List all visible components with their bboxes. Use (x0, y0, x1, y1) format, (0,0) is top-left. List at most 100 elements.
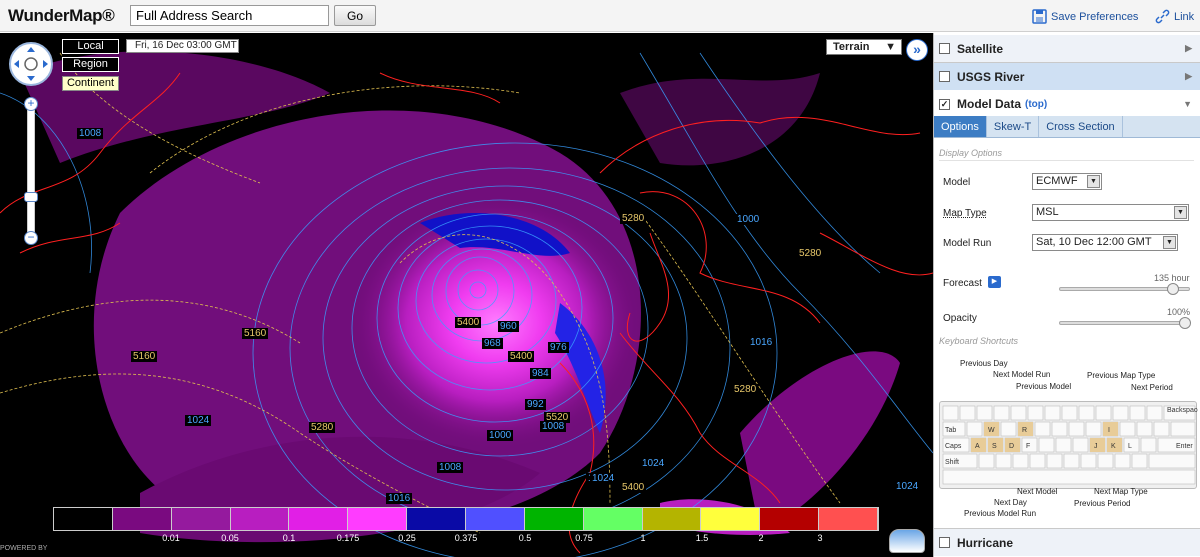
map-type-dropdown[interactable]: MSL ▼ (1032, 204, 1189, 221)
shortcut-previous-period: Previous Period (1074, 499, 1131, 508)
shortcut-previous-model-run: Previous Model Run (964, 509, 1037, 518)
layer-usgs-river[interactable]: USGS River ▶ (934, 63, 1200, 91)
contour-label: 1000 (487, 430, 514, 441)
layer-hurricane[interactable]: Hurricane (934, 528, 1200, 556)
legend-swatch (54, 508, 113, 530)
zoom-in-button[interactable]: + (24, 97, 38, 111)
tab-cross-section[interactable]: Cross Section (1039, 116, 1123, 137)
contour-label: 1008 (77, 128, 104, 139)
contour-label: 5280 (797, 248, 824, 259)
model-value: ECMWF (1036, 175, 1078, 187)
keyboard-diagram: W R I A S D F J K L Backspace Enter Tab Caps Shift (939, 401, 1200, 489)
collapse-panel-button[interactable]: » (906, 39, 928, 61)
tab-options[interactable]: Options (934, 116, 987, 137)
layer-satellite[interactable]: Satellite ▶ (934, 35, 1200, 63)
legend-label: 0.01 (162, 533, 180, 543)
svg-text:D: D (1009, 443, 1014, 450)
scale-continent-button[interactable]: Continent (62, 76, 119, 91)
map-type-select[interactable]: Terrain ▼ (826, 39, 902, 55)
legend-label: 0.375 (454, 533, 478, 543)
save-preferences-link[interactable]: Save Preferences (1032, 9, 1138, 24)
contour-label: 976 (548, 342, 569, 353)
contour-label: 1024 (590, 473, 617, 484)
legend-swatch (642, 508, 702, 530)
svg-text:A: A (975, 443, 980, 450)
display-options-heading: Display Options (939, 148, 1003, 158)
usgs-river-checkbox[interactable] (939, 71, 950, 82)
link-button[interactable]: Link (1155, 9, 1194, 24)
shortcut-previous-model: Previous Model (1016, 382, 1072, 391)
contour-label: 1016 (386, 493, 413, 504)
contour-label: 1024 (894, 481, 921, 492)
zoom-slider[interactable] (27, 97, 35, 243)
top-link[interactable]: (top) (1025, 99, 1047, 110)
legend-swatch (819, 508, 879, 530)
legend-swatch (701, 508, 761, 530)
layers-panel: Satellite ▶ USGS River ▶ ✓ Model Data (t… (933, 33, 1200, 557)
shortcut-next-model: Next Model (1017, 487, 1058, 496)
link-icon (1155, 9, 1170, 24)
svg-text:J: J (1094, 443, 1098, 450)
svg-text:R: R (1022, 427, 1027, 434)
legend-swatch (289, 508, 349, 530)
save-icon (1032, 9, 1047, 24)
scale-local-button[interactable]: Local (62, 39, 119, 54)
contour-label: 5160 (242, 328, 269, 339)
svg-text:I: I (1108, 427, 1110, 434)
model-data-checkbox[interactable]: ✓ (939, 98, 950, 110)
model-select[interactable]: ECMWF ▼ (1032, 173, 1102, 190)
chevron-right-icon: ▶ (1185, 71, 1192, 81)
shortcut-next-day: Next Day (994, 498, 1027, 507)
play-icon[interactable]: ▶ (988, 276, 1001, 288)
opacity-slider-handle[interactable] (1179, 317, 1191, 329)
legend-label: 0.1 (282, 533, 296, 543)
opacity-label: Opacity (943, 313, 977, 324)
layer-model-data[interactable]: ✓ Model Data (top) ▼ (934, 90, 1200, 118)
contour-label: 968 (482, 338, 503, 349)
svg-text:Caps: Caps (945, 443, 962, 450)
legend-label: 0.5 (518, 533, 532, 543)
map-type-label: Map Type (943, 208, 987, 219)
weather-map[interactable]: + − Local Region Continent Fri, 16 Dec 0… (0, 33, 933, 557)
opacity-slider[interactable] (1059, 317, 1191, 329)
layer-label: Model Data (957, 97, 1022, 111)
wunderground-logo-icon (889, 529, 925, 553)
link-label: Link (1174, 10, 1195, 23)
zoom-handle[interactable] (24, 192, 38, 202)
shortcut-next-model-run: Next Model Run (993, 370, 1051, 379)
opacity-value: 100% (1167, 307, 1191, 317)
powered-by-label: POWERED BY (0, 545, 48, 552)
legend-label: 0.75 (575, 533, 593, 543)
contour-label: 1000 (735, 214, 762, 225)
pan-hand-icon (14, 47, 48, 81)
legend-label: 0.175 (336, 533, 360, 543)
contour-label: 5160 (131, 351, 158, 362)
forecast-slider[interactable] (1059, 283, 1190, 295)
shortcut-next-map-type: Next Map Type (1094, 487, 1148, 496)
chevron-right-icon: ▶ (1185, 43, 1192, 53)
go-button[interactable]: Go (334, 5, 376, 26)
model-label: Model (943, 177, 971, 188)
legend-swatch (112, 508, 172, 530)
map-canvas (0, 51, 933, 557)
scale-region-button[interactable]: Region (62, 57, 119, 72)
hurricane-checkbox[interactable] (939, 537, 950, 548)
model-tabs: Options Skew-T Cross Section (934, 116, 1200, 138)
forecast-slider-handle[interactable] (1167, 283, 1180, 295)
contour-label: 984 (530, 368, 551, 379)
legend-swatch (524, 508, 584, 530)
address-search-input[interactable] (130, 5, 329, 26)
svg-text:K: K (1111, 443, 1116, 450)
tab-skew-t[interactable]: Skew-T (987, 116, 1040, 137)
model-run-select[interactable]: Sat, 10 Dec 12:00 GMT ▼ (1032, 234, 1178, 251)
zoom-out-button[interactable]: − (24, 231, 38, 245)
double-chevron-right-icon: » (913, 41, 921, 57)
map-timestamp: Fri, 16 Dec 03:00 GMT (126, 39, 239, 53)
divider (939, 160, 1194, 161)
contour-label: 1024 (640, 458, 667, 469)
legend-label: 3 (817, 533, 823, 543)
legend-swatch (348, 508, 408, 530)
pan-control[interactable] (9, 42, 53, 86)
satellite-checkbox[interactable] (939, 43, 950, 54)
contour-label: 960 (498, 321, 519, 332)
